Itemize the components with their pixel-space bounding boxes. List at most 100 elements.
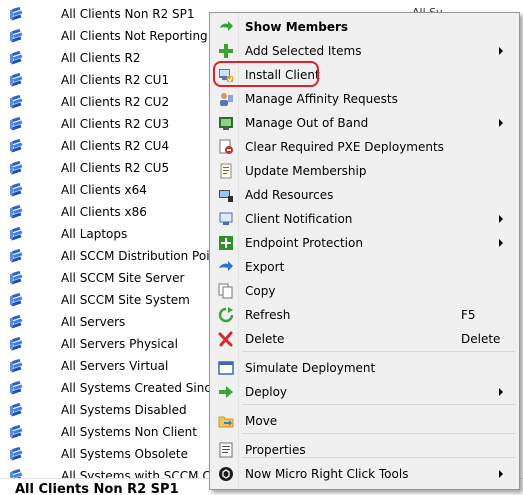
- collection-name: All Servers Physical: [61, 337, 178, 351]
- collection-name: All Systems Disabled: [61, 403, 187, 417]
- menu-item-simulate-deployment[interactable]: Simulate Deployment: [212, 356, 517, 380]
- menu-item-label: Deploy: [245, 385, 288, 399]
- pxe-icon: [218, 139, 234, 155]
- menu-item-label: Show Members: [245, 20, 349, 34]
- collection-name: All Systems Obsolete: [61, 447, 188, 461]
- collection-name: All Clients R2 CU2: [61, 95, 170, 109]
- submenu-arrow-icon: [499, 388, 503, 396]
- menu-item-add-resources[interactable]: Add Resources: [212, 183, 517, 207]
- collection-name: All Clients R2 CU1: [61, 73, 170, 87]
- menu-item-label: Endpoint Protection: [245, 236, 363, 250]
- collection-name: All Clients Non R2 SP1: [61, 7, 195, 21]
- right-click-tools-icon: [218, 466, 234, 482]
- collection-icon: [9, 270, 25, 286]
- menu-item-now-micro-right-click-tools[interactable]: Now Micro Right Click Tools: [212, 462, 517, 486]
- menu-item-show-members[interactable]: Show Members: [212, 15, 517, 39]
- menu-item-refresh[interactable]: Refresh F5: [212, 303, 517, 327]
- menu-separator: [242, 433, 515, 434]
- collection-name: All SCCM Site System: [61, 293, 190, 307]
- menu-item-label: Properties: [245, 443, 306, 457]
- collection-icon: [9, 314, 25, 330]
- collection-icon: [9, 94, 25, 110]
- menu-item-label: Update Membership: [245, 164, 367, 178]
- menu-item-label: Now Micro Right Click Tools: [245, 467, 409, 481]
- add-icon: [218, 43, 234, 59]
- menu-item-label: Simulate Deployment: [245, 361, 376, 375]
- move-icon: [218, 413, 234, 429]
- collection-icon: [9, 446, 25, 462]
- collection-icon: [9, 292, 25, 308]
- menu-item-shortcut: F5: [461, 308, 476, 322]
- collection-name: All Systems Non Client: [61, 425, 197, 439]
- menu-item-label: Copy: [245, 284, 276, 298]
- collection-icon: [9, 116, 25, 132]
- collection-icon: [9, 160, 25, 176]
- menu-item-endpoint-protection[interactable]: Endpoint Protection: [212, 231, 517, 255]
- menu-item-label: Move: [245, 414, 278, 428]
- menu-item-label: Client Notification: [245, 212, 353, 226]
- export-icon: [218, 259, 234, 275]
- collection-name: All Systems with SCCM Cons: [61, 469, 232, 478]
- collection-icon: [9, 402, 25, 418]
- collection-name: All Clients Not Reporting HW: [61, 29, 233, 43]
- menu-item-label: Manage Affinity Requests: [245, 92, 398, 106]
- selected-collection-title: All Clients Non R2 SP1: [15, 482, 179, 495]
- menu-item-update-membership[interactable]: Update Membership: [212, 159, 517, 183]
- endpoint-protection-icon: [218, 235, 234, 251]
- affinity-icon: [218, 91, 234, 107]
- menu-item-label: Add Resources: [245, 188, 334, 202]
- menu-item-label: Manage Out of Band: [245, 116, 369, 130]
- submenu-arrow-icon: [499, 215, 503, 223]
- menu-item-manage-out-of-band[interactable]: Manage Out of Band: [212, 111, 517, 135]
- collection-name: All Clients R2 CU4: [61, 139, 170, 153]
- menu-item-client-notification[interactable]: Client Notification: [212, 207, 517, 231]
- menu-item-deploy[interactable]: Deploy: [212, 380, 517, 404]
- menu-item-shortcut: Delete: [461, 332, 501, 346]
- menu-item-clear-required-pxe-deployments[interactable]: Clear Required PXE Deployments: [212, 135, 517, 159]
- collection-icon: [9, 50, 25, 66]
- collection-name: All Clients x64: [61, 183, 147, 197]
- collection-icon: [9, 28, 25, 44]
- client-notification-icon: [218, 211, 234, 227]
- submenu-arrow-icon: [499, 470, 503, 478]
- collection-icon: [9, 72, 25, 88]
- menu-item-properties[interactable]: Properties: [212, 438, 517, 462]
- collection-icon: [9, 358, 25, 374]
- menu-item-add-selected-items[interactable]: Add Selected Items: [212, 39, 517, 63]
- copy-icon: [218, 283, 234, 299]
- refresh-icon: [218, 307, 234, 323]
- menu-item-label: Export: [245, 260, 285, 274]
- collection-icon: [9, 468, 25, 478]
- collection-name: All Clients x86: [61, 205, 147, 219]
- submenu-arrow-icon: [499, 239, 503, 247]
- collection-icon: [9, 336, 25, 352]
- menu-separator: [242, 404, 515, 405]
- simulate-deployment-icon: [218, 360, 234, 376]
- menu-item-copy[interactable]: Copy: [212, 279, 517, 303]
- update-membership-icon: [218, 163, 234, 179]
- delete-icon: [218, 331, 234, 347]
- collection-name: All SCCM Site Server: [61, 271, 185, 285]
- out-of-band-icon: [218, 115, 234, 131]
- collection-icon: [9, 182, 25, 198]
- menu-item-move[interactable]: Move: [212, 409, 517, 433]
- submenu-arrow-icon: [499, 119, 503, 127]
- menu-item-label: Add Selected Items: [245, 44, 362, 58]
- collection-icon: [9, 226, 25, 242]
- menu-item-delete[interactable]: Delete Delete: [212, 327, 517, 351]
- collection-name: All Clients R2 CU5: [61, 161, 170, 175]
- menu-item-label: Clear Required PXE Deployments: [245, 140, 444, 154]
- collection-icon: [9, 380, 25, 396]
- menu-item-manage-affinity-requests[interactable]: Manage Affinity Requests: [212, 87, 517, 111]
- collection-name: All Clients R2: [61, 51, 141, 65]
- add-resources-icon: [218, 187, 234, 203]
- submenu-arrow-icon: [499, 47, 503, 55]
- collection-name: All Servers: [61, 315, 126, 329]
- menu-item-label: Delete: [245, 332, 285, 346]
- collection-icon: [9, 424, 25, 440]
- collection-name: All Laptops: [61, 227, 128, 241]
- deploy-icon: [218, 384, 234, 400]
- show-members-icon: [218, 19, 234, 35]
- menu-item-label: Refresh: [245, 308, 291, 322]
- menu-item-export[interactable]: Export: [212, 255, 517, 279]
